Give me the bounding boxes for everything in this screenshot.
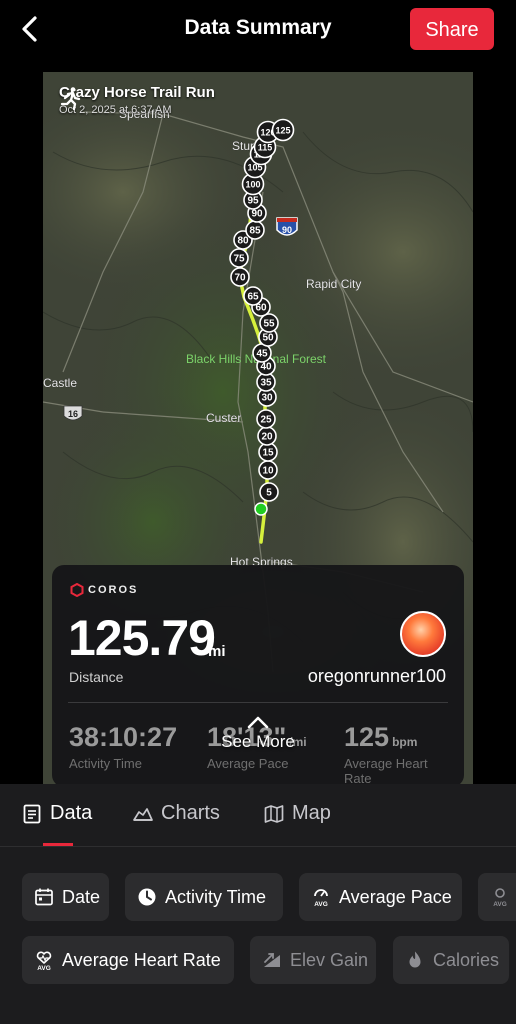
chip-label: Date (62, 886, 101, 907)
tab-label: Map (292, 802, 331, 824)
mile-marker: 5 (259, 482, 279, 502)
brand-name: COROS (88, 584, 139, 596)
mile-marker-label: 100 (245, 180, 260, 190)
tab-label: Data (50, 802, 93, 824)
flame-icon (409, 951, 421, 968)
mile-marker: 55 (259, 313, 279, 333)
chip-more-partial[interactable]: AVG (478, 873, 516, 921)
mile-marker-label: 25 (260, 415, 272, 426)
mile-marker-label: 5 (266, 488, 272, 499)
mile-marker-label: 75 (233, 254, 245, 265)
svg-text:90: 90 (282, 225, 292, 235)
see-more-label: See More (221, 732, 295, 751)
chip-average-heart-rate[interactable]: AVG Average Heart Rate (22, 936, 234, 984)
chip-date[interactable]: Date (22, 873, 109, 921)
chevron-up-icon (247, 716, 269, 729)
chip-label: Elev Gain (290, 949, 369, 970)
mile-marker: 125 (271, 118, 295, 142)
chip-label: Average Pace (339, 886, 452, 907)
tab-map[interactable]: Map (264, 802, 331, 825)
mile-marker: 85 (245, 220, 265, 240)
clock-icon (138, 888, 156, 906)
mile-marker: 10 (258, 460, 278, 480)
divider (68, 702, 448, 703)
mile-marker-label: 95 (247, 196, 259, 207)
username: oregonrunner100 (307, 666, 446, 686)
share-button[interactable]: Share (410, 8, 494, 50)
running-icon (60, 87, 81, 110)
avg-heart-rate-icon: AVG (36, 951, 52, 970)
coros-logo-icon (70, 583, 84, 597)
chip-label: Calories (433, 949, 500, 970)
place-label: Custer (206, 411, 241, 425)
mile-marker-label: 20 (261, 432, 273, 443)
mile-marker-label: 80 (237, 236, 249, 247)
elevation-gain-icon (264, 953, 280, 967)
map-icon (264, 804, 284, 823)
avatar[interactable] (400, 611, 446, 657)
svg-text:AVG: AVG (493, 901, 507, 907)
mile-marker-label: 85 (249, 226, 261, 237)
mile-marker-label: 45 (256, 349, 268, 360)
place-label: Castle (43, 376, 77, 390)
calendar-icon (35, 888, 53, 906)
tab-charts[interactable]: Charts (133, 802, 220, 825)
mile-marker-label: 65 (247, 292, 259, 303)
mile-marker-label: 15 (262, 448, 274, 459)
coros-logo: COROS (70, 583, 138, 597)
mile-marker-label: 10 (262, 466, 274, 477)
elevation-chart-icon (133, 807, 153, 821)
distance-label: Distance (69, 669, 124, 685)
bottom-sheet: Data Charts Map Date Activity Time AVG A… (0, 784, 516, 1024)
document-icon (23, 804, 41, 823)
mile-marker-label: 30 (261, 393, 273, 404)
tab-label: Charts (161, 802, 220, 824)
top-bar: Data Summary Share (0, 0, 516, 60)
stat-label: Average Heart Rate (344, 756, 428, 786)
us-16-shield: 16 (63, 405, 83, 421)
mile-marker-label: 90 (251, 209, 263, 220)
see-more-button[interactable]: See More (0, 715, 516, 752)
mile-marker-label: 35 (260, 378, 272, 389)
interstate-90-shield: 90 (276, 217, 298, 236)
mile-marker-label: 70 (234, 273, 246, 284)
chip-average-pace[interactable]: AVG Average Pace (299, 873, 462, 921)
place-label: Rapid City (306, 277, 361, 291)
chip-activity-time[interactable]: Activity Time (125, 873, 283, 921)
chip-label: Average Heart Rate (62, 949, 221, 970)
mile-marker: 25 (256, 409, 276, 429)
mile-marker: 70 (230, 267, 250, 287)
svg-text:16: 16 (68, 409, 78, 419)
mile-marker-label: 55 (263, 319, 275, 330)
stat-label: Activity Time (69, 756, 142, 771)
tab-data[interactable]: Data (22, 802, 92, 825)
summary-card: COROS 125.79 mi Distance oregonrunner100… (52, 565, 464, 787)
chip-elev-gain[interactable]: Elev Gain (250, 936, 376, 984)
active-tab-indicator (43, 843, 73, 846)
back-button[interactable] (14, 12, 48, 46)
mile-marker-label: 40 (260, 362, 272, 373)
mile-marker: 20 (257, 426, 277, 446)
chip-calories[interactable]: Calories (393, 936, 509, 984)
chip-label: Activity Time (165, 886, 267, 907)
mile-marker-label: 50 (262, 333, 274, 344)
svg-text:AVG: AVG (37, 965, 51, 970)
distance-value: 125.79 (68, 610, 216, 666)
avg-pace-icon: AVG (314, 889, 328, 907)
mile-marker-label: 125 (275, 126, 290, 136)
stat-label: Average Pace (207, 756, 289, 771)
mile-marker: 65 (243, 286, 263, 306)
mile-marker-label: 115 (258, 143, 273, 153)
start-point (254, 502, 268, 516)
run-header: Crazy Horse Trail Run Oct 2, 2025 at 6:3… (59, 84, 215, 116)
chevron-left-icon (22, 16, 37, 42)
avg-cadence-icon: AVG (493, 888, 507, 907)
tab-bar: Data Charts Map (0, 784, 516, 847)
svg-text:AVG: AVG (314, 901, 328, 907)
mile-marker: 75 (229, 248, 249, 268)
distance-unit: mi (208, 643, 226, 660)
